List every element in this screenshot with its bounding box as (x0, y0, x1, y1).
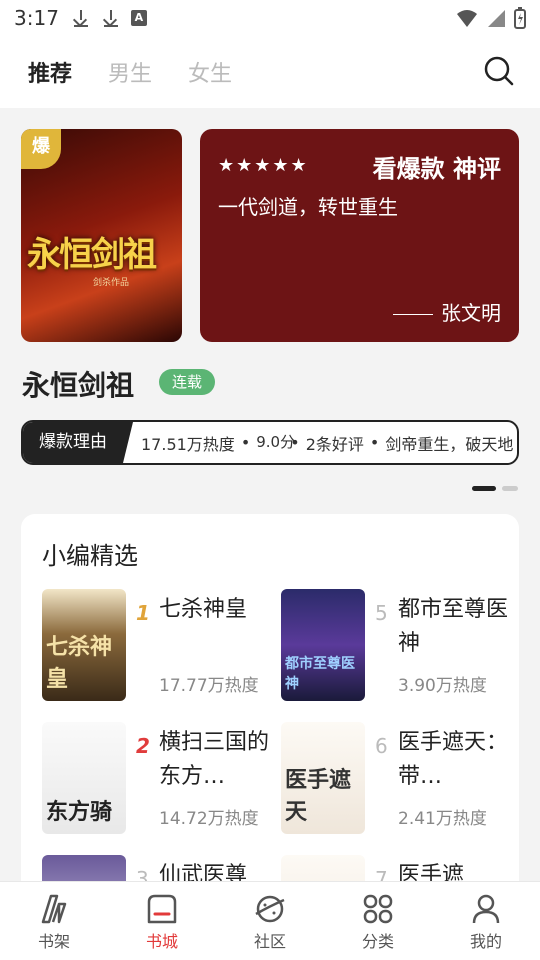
nav-profile[interactable]: 我的 (432, 882, 540, 960)
review-text: 一代剑道，转世重生 (218, 195, 398, 219)
profile-icon (472, 894, 500, 924)
tab-female[interactable]: 女生 (188, 56, 232, 88)
review-author-name: 张文明 (441, 301, 501, 325)
wifi-icon (457, 10, 477, 27)
list-item[interactable]: 医手遮天 6 医手遮天：带… 2.41万热度 (281, 722, 511, 834)
top-tab-bar: 推荐 男生 女生 (0, 36, 540, 108)
book-cover: 七杀神皇 (42, 589, 126, 701)
bottom-nav: 书架 书城 社区 分类 我的 (0, 881, 540, 960)
tab-male[interactable]: 男生 (108, 56, 152, 88)
cover-title-art: 七杀神皇 (46, 634, 113, 692)
book-heat: 3.90万热度 (398, 676, 487, 696)
book-heat: 14.72万热度 (159, 809, 259, 829)
cover-title-art: 医手遮天 (285, 767, 352, 825)
battery-icon (514, 7, 526, 29)
book-heat: 17.77万热度 (159, 676, 259, 696)
bookshelf-icon (41, 894, 67, 924)
separator-dot: • (290, 433, 300, 452)
nav-bookshelf[interactable]: 书架 (0, 882, 108, 960)
cover-title-art: 东方骑 (46, 799, 113, 825)
book-heat: 2.41万热度 (398, 809, 487, 829)
status-time: 3:17 (14, 6, 59, 30)
download-icon (101, 8, 121, 28)
summary-text: 剑帝重生，破天地 (385, 434, 514, 454)
rank-number: 2 (136, 734, 150, 758)
notification-a-icon: A (130, 10, 147, 26)
score-value: 9.0分 (256, 433, 296, 451)
carousel-indicator (472, 486, 518, 491)
community-icon (255, 895, 285, 923)
signal-icon (488, 10, 505, 27)
reviews-count: 2条好评 (305, 434, 364, 454)
separator-dot: • (240, 433, 251, 452)
featured-book-cover[interactable]: 爆 永恒剑祖 剑杀作品 (21, 129, 182, 342)
cover-author-art: 剑杀作品 (93, 278, 130, 288)
list-item[interactable]: 七杀神皇 1 七杀神皇 17.77万热度 (42, 589, 272, 701)
category-icon (363, 894, 393, 924)
rank-number: 1 (136, 601, 150, 625)
book-cover: 医手遮天 (281, 722, 365, 834)
nav-label: 分类 (361, 932, 394, 951)
nav-bookstore[interactable]: 书城 (108, 882, 216, 960)
book-name: 都市至尊医神 (398, 597, 509, 656)
status-bar: 3:17 A (0, 0, 540, 36)
carousel-dot (502, 486, 518, 491)
nav-category[interactable]: 分类 (324, 882, 432, 960)
nav-label: 我的 (469, 932, 502, 951)
rank-number: 6 (375, 734, 388, 758)
book-cover: 东方骑 (42, 722, 126, 834)
nav-label: 书城 (145, 932, 178, 951)
nav-community[interactable]: 社区 (216, 882, 324, 960)
rank-number: 5 (375, 601, 388, 625)
nav-label: 社区 (253, 932, 286, 951)
book-cover: 都市至尊医神 (281, 589, 365, 701)
separator-dot: • (369, 433, 380, 452)
reason-bar[interactable]: 爆款理由 17.51万热度 • 9.0分 • 2条好评 • 剑帝重生，破天地 (21, 420, 519, 465)
bookstore-icon (147, 894, 177, 924)
heat-value: 17.51万热度 (141, 434, 235, 454)
book-name: 医手遮天：带… (398, 730, 509, 789)
editor-picks-section: 小编精选 七杀神皇 1 七杀神皇 17.77万热度 都市至尊医神 5 都市至尊医… (21, 514, 519, 960)
carousel-dot-active (472, 486, 496, 491)
review-heading: 看爆款 神评 (372, 155, 501, 183)
download-icon (71, 8, 91, 28)
tab-recommend[interactable]: 推荐 (28, 56, 72, 88)
featured-book-title[interactable]: 永恒剑祖 (22, 364, 134, 404)
reason-tag: 爆款理由 (23, 422, 133, 463)
book-name: 七杀神皇 (159, 597, 248, 622)
nav-label: 书架 (37, 932, 70, 951)
star-rating: ★★★★★ (218, 155, 309, 176)
search-icon[interactable] (484, 56, 514, 86)
list-item[interactable]: 东方骑 2 横扫三国的东方… 14.72万热度 (42, 722, 272, 834)
section-title: 小编精选 (42, 542, 138, 570)
review-author: 张文明 (393, 297, 501, 326)
review-card[interactable]: ★★★★★ 看爆款 神评 一代剑道，转世重生 张文明 (200, 129, 519, 342)
featured-book-banner: 爆 永恒剑祖 剑杀作品 ★★★★★ 看爆款 神评 一代剑道，转世重生 张文明 永… (0, 108, 540, 508)
status-badge: 连载 (159, 369, 216, 395)
list-item[interactable]: 都市至尊医神 5 都市至尊医神 3.90万热度 (281, 589, 511, 701)
cover-title-art: 都市至尊医神 (285, 656, 355, 692)
cover-title-art: 永恒剑祖 (27, 235, 157, 275)
hot-badge: 爆 (21, 129, 61, 169)
book-name: 横扫三国的东方… (159, 730, 270, 789)
